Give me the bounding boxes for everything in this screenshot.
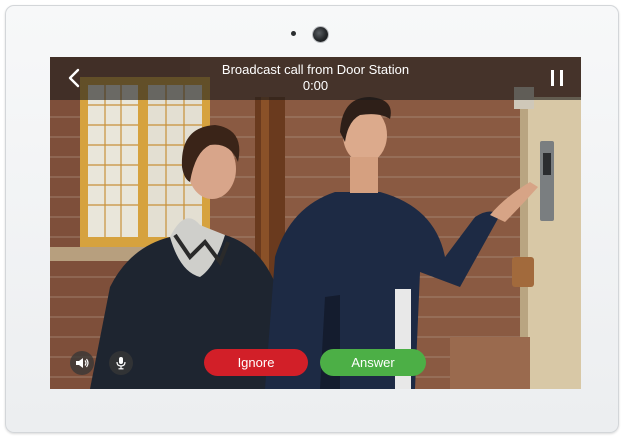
microphone-button[interactable] [109, 351, 133, 375]
proximity-sensor [291, 31, 296, 36]
answer-button[interactable]: Answer [320, 349, 426, 376]
speaker-button[interactable] [70, 351, 94, 375]
ignore-button[interactable]: Ignore [204, 349, 308, 376]
back-button[interactable] [60, 64, 88, 92]
touch-screen: Broadcast call from Door Station 0:00 Ig… [50, 57, 581, 389]
call-header-bar: Broadcast call from Door Station 0:00 [50, 57, 581, 100]
door-station-video-feed [50, 57, 581, 389]
speaker-icon [76, 358, 89, 368]
microphone-icon [116, 357, 126, 370]
call-title: Broadcast call from Door Station [221, 62, 410, 77]
pause-icon [551, 70, 563, 86]
call-timer: 0:00 [302, 78, 329, 93]
camera-lens [313, 27, 328, 42]
chevron-left-icon [68, 68, 80, 88]
pause-button[interactable] [543, 64, 571, 92]
